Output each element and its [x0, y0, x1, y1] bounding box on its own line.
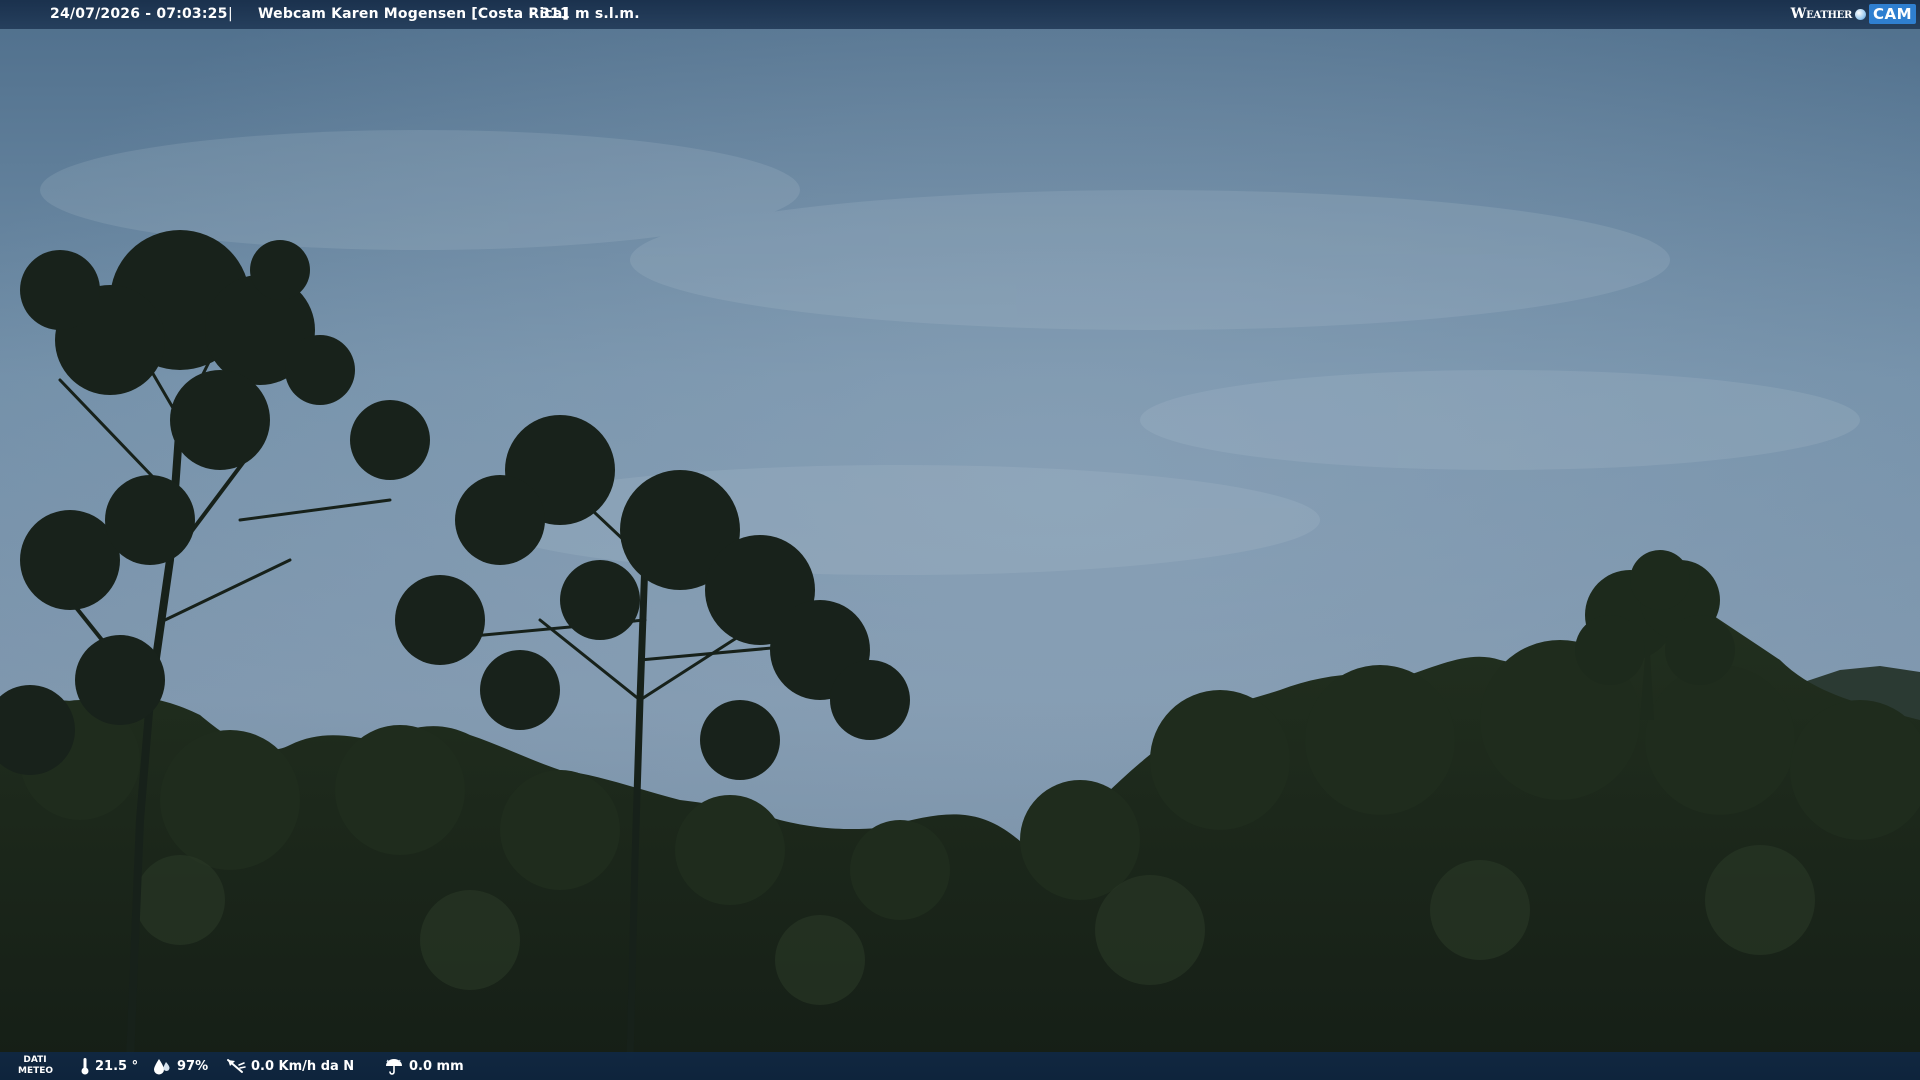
temperature-value: 21.5 °: [95, 1058, 139, 1074]
wind-vane-icon: [227, 1059, 246, 1073]
weather-label-line2: METEO: [18, 1066, 54, 1076]
weathercam-logo[interactable]: Weather CAM: [1791, 3, 1916, 25]
altitude-label: - 311 m s.l.m.: [529, 6, 640, 22]
webcam-image: [0, 0, 1920, 1080]
thermometer-icon: [81, 1058, 89, 1075]
rain-reading: 0.0 mm: [384, 1056, 464, 1076]
rain-value: 0.0 mm: [409, 1058, 464, 1074]
weather-data-bar: DATI METEO 21.5 ° 97% 0.0 Km/h da N 0.0 …: [0, 1052, 1920, 1080]
header-bar: 24/07/2026 - 07:03:25 | Webcam Karen Mog…: [0, 0, 1920, 29]
humidity-reading: 97%: [152, 1056, 208, 1076]
timestamp: 24/07/2026 - 07:03:25: [50, 6, 228, 22]
logo-weather-text: Weather: [1790, 6, 1853, 22]
logo-dot-icon: [1854, 8, 1866, 20]
weather-data-label: DATI METEO: [18, 1055, 54, 1077]
logo-cam-text: CAM: [1868, 4, 1916, 24]
rain-umbrella-icon: [386, 1059, 402, 1075]
wind-reading: 0.0 Km/h da N: [226, 1056, 354, 1076]
webcam-title: Webcam Karen Mogensen [Costa Rica]: [258, 6, 570, 22]
humidity-drops-icon: [154, 1059, 170, 1075]
webcam-frame: 24/07/2026 - 07:03:25 | Webcam Karen Mog…: [0, 0, 1920, 1080]
header-separator: |: [228, 6, 233, 22]
weather-label-line1: DATI: [23, 1055, 47, 1065]
temperature-reading: 21.5 °: [80, 1056, 138, 1076]
humidity-value: 97%: [177, 1058, 209, 1074]
wind-value: 0.0 Km/h da N: [251, 1058, 355, 1074]
